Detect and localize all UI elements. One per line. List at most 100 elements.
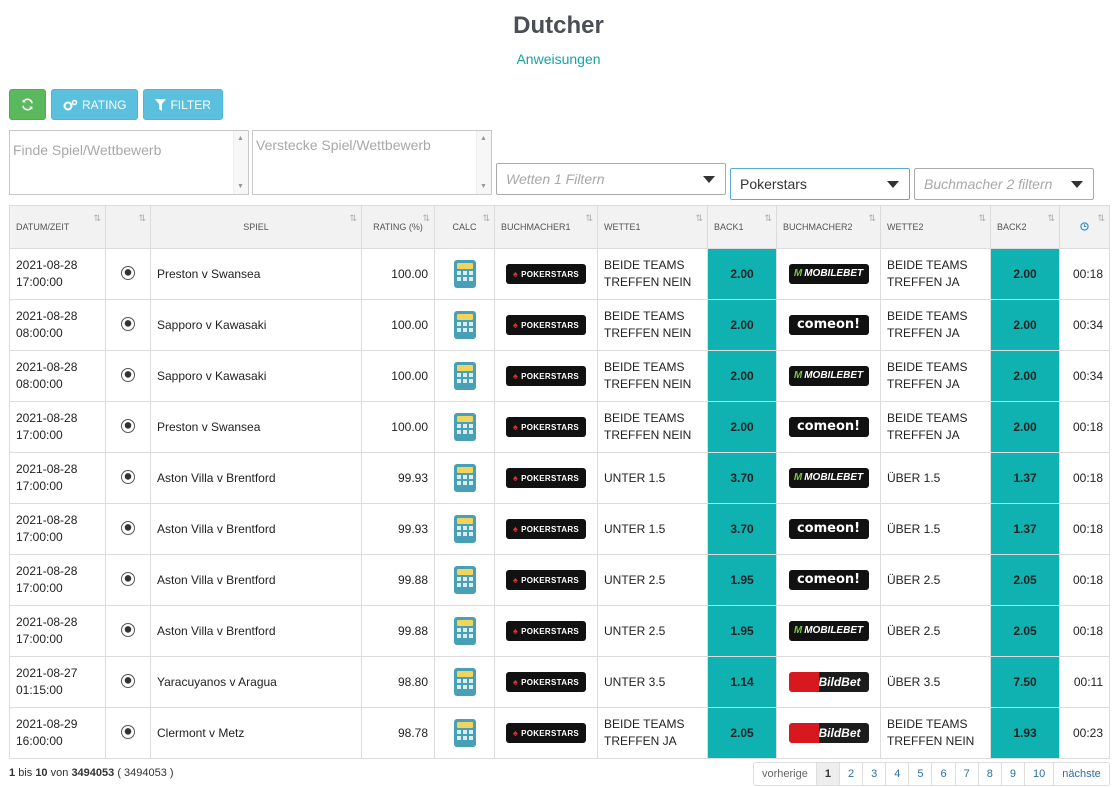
- calculator-icon[interactable]: [453, 413, 476, 441]
- cell-back2[interactable]: 1.93: [990, 707, 1060, 759]
- bookmaker1-logo[interactable]: POKERSTARS: [506, 570, 586, 590]
- calculator-icon[interactable]: [453, 362, 476, 390]
- bookmaker1-logo[interactable]: POKERSTARS: [506, 315, 586, 335]
- bookmaker2-logo[interactable]: M MOBILEBET: [788, 468, 869, 488]
- bookmaker1-logo[interactable]: POKERSTARS: [506, 264, 586, 284]
- bookmaker1-logo[interactable]: POKERSTARS: [506, 621, 586, 641]
- cell-back1[interactable]: 2.00: [707, 248, 777, 300]
- col-header-age[interactable]: ⇅: [1059, 205, 1110, 249]
- bookmaker2-logo[interactable]: comeon!: [788, 519, 869, 539]
- find-game-textarea[interactable]: Finde Spiel/Wettbewerb ▲ ▼: [9, 130, 249, 195]
- col-header-rating[interactable]: RATING (%) ⇅: [361, 205, 435, 249]
- refresh-icon: [22, 98, 33, 111]
- bookmaker2-logo[interactable]: M MOBILEBET: [788, 621, 869, 641]
- col-header-bookmaker1[interactable]: BUCHMACHER1 ⇅: [494, 205, 598, 249]
- calculator-icon[interactable]: [453, 464, 476, 492]
- col-header-back2[interactable]: BACK2 ⇅: [990, 205, 1060, 249]
- cell-bookmaker2: M MOBILEBET: [776, 605, 881, 657]
- filter-button[interactable]: FILTER: [143, 89, 223, 120]
- cell-back2[interactable]: 1.37: [990, 503, 1060, 555]
- pagination-prev-button[interactable]: vorherige: [754, 763, 816, 785]
- cell-calc: [434, 605, 495, 657]
- cell-date: 2021-08-28: [16, 411, 78, 425]
- bookmaker2-logo[interactable]: BildBet: [788, 672, 869, 692]
- cell-calc: [434, 656, 495, 708]
- cell-back2[interactable]: 1.37: [990, 452, 1060, 504]
- cell-back1[interactable]: 1.14: [707, 656, 777, 708]
- pagination-page-2[interactable]: 2: [838, 763, 862, 785]
- cell-back1[interactable]: 2.05: [707, 707, 777, 759]
- pagination-page-3[interactable]: 3: [862, 763, 885, 785]
- cell-bet2: ÜBER 2.5: [880, 605, 991, 657]
- pagination-page-6[interactable]: 6: [931, 763, 954, 785]
- pagination-page-9[interactable]: 9: [1000, 763, 1024, 785]
- cell-back1[interactable]: 3.70: [707, 452, 777, 504]
- cell-back2[interactable]: 7.50: [990, 656, 1060, 708]
- hide-game-scrollbar[interactable]: ▲ ▼: [476, 131, 491, 194]
- bookmaker1-logo[interactable]: POKERSTARS: [506, 468, 586, 488]
- cell-rating: 99.93: [361, 452, 435, 504]
- col-header-bet2[interactable]: WETTE2 ⇅: [880, 205, 991, 249]
- col-header-bet1[interactable]: WETTE1 ⇅: [597, 205, 708, 249]
- bookmaker1-logo[interactable]: POKERSTARS: [506, 723, 586, 743]
- cell-back2[interactable]: 2.05: [990, 605, 1060, 657]
- col-header-calc[interactable]: CALC ⇅: [434, 205, 495, 249]
- pagination-page-7[interactable]: 7: [954, 763, 978, 785]
- soccer-ball-icon: [121, 265, 135, 280]
- bookmaker1-logo[interactable]: POKERSTARS: [506, 672, 586, 692]
- col-header-date[interactable]: DATUM/ZEIT ⇅: [9, 205, 106, 249]
- calculator-icon[interactable]: [453, 566, 476, 594]
- bet1-filter-select[interactable]: Wetten 1 Filtern: [496, 163, 726, 195]
- cell-back2[interactable]: 2.00: [990, 248, 1060, 300]
- calculator-icon[interactable]: [453, 311, 476, 339]
- cell-back1[interactable]: 2.00: [707, 299, 777, 351]
- pagination-page-1[interactable]: 1: [815, 763, 839, 785]
- calculator-icon[interactable]: [453, 668, 476, 696]
- bookmaker1-logo[interactable]: POKERSTARS: [506, 366, 586, 386]
- pagination-page-10[interactable]: 10: [1023, 763, 1053, 785]
- pagination: vorherige 1 2 3 4 5 6 7 8 9 10 nächste: [753, 762, 1110, 786]
- col-header-sport[interactable]: ⇅: [105, 205, 151, 249]
- cell-age: 00:18: [1059, 554, 1110, 606]
- pagination-page-4[interactable]: 4: [885, 763, 908, 785]
- cell-back1[interactable]: 3.70: [707, 503, 777, 555]
- col-header-back1[interactable]: BACK1 ⇅: [707, 205, 777, 249]
- refresh-button[interactable]: [9, 89, 46, 120]
- cell-back1[interactable]: 1.95: [707, 605, 777, 657]
- pagination-page-5[interactable]: 5: [908, 763, 931, 785]
- cell-bet2: ÜBER 2.5: [880, 554, 991, 606]
- cell-back2[interactable]: 2.05: [990, 554, 1060, 606]
- cell-game: Aston Villa v Brentford: [150, 605, 362, 657]
- bookmaker2-logo[interactable]: M MOBILEBET: [788, 264, 869, 284]
- hide-game-textarea[interactable]: Verstecke Spiel/Wettbewerb ▲ ▼: [252, 130, 492, 195]
- cell-back1[interactable]: 2.00: [707, 401, 777, 453]
- bookmaker1-filter-select[interactable]: Pokerstars: [730, 168, 910, 200]
- calculator-icon[interactable]: [453, 515, 476, 543]
- bookmaker1-logo[interactable]: POKERSTARS: [506, 417, 586, 437]
- chevron-down-icon: [703, 176, 715, 183]
- bookmaker2-filter-select[interactable]: Buchmacher 2 filtern: [914, 168, 1094, 200]
- calculator-icon[interactable]: [453, 719, 476, 747]
- bookmaker2-logo[interactable]: comeon!: [788, 315, 869, 335]
- cell-back2[interactable]: 2.00: [990, 401, 1060, 453]
- pagination-next-button[interactable]: nächste: [1053, 763, 1109, 785]
- bookmaker2-logo[interactable]: comeon!: [788, 417, 869, 437]
- cell-back1[interactable]: 1.95: [707, 554, 777, 606]
- find-game-scrollbar[interactable]: ▲ ▼: [233, 131, 248, 194]
- rating-button[interactable]: RATING: [51, 89, 139, 120]
- pagination-page-8[interactable]: 8: [977, 763, 1001, 785]
- instructions-link[interactable]: Anweisungen: [0, 51, 1117, 67]
- bookmaker2-logo[interactable]: BildBet: [788, 723, 869, 743]
- cell-game: Yaracuyanos v Aragua: [150, 656, 362, 708]
- bookmaker2-logo[interactable]: comeon!: [788, 570, 869, 590]
- calculator-icon[interactable]: [453, 617, 476, 645]
- cell-back2[interactable]: 2.00: [990, 350, 1060, 402]
- cell-back1[interactable]: 2.00: [707, 350, 777, 402]
- bookmaker1-logo[interactable]: POKERSTARS: [506, 519, 586, 539]
- cell-back2[interactable]: 2.00: [990, 299, 1060, 351]
- calculator-icon[interactable]: [453, 260, 476, 288]
- bookmaker2-logo[interactable]: M MOBILEBET: [788, 366, 869, 386]
- find-game-placeholder: Finde Spiel/Wettbewerb: [13, 142, 162, 158]
- col-header-bookmaker2[interactable]: BUCHMACHER2 ⇅: [776, 205, 881, 249]
- col-header-game[interactable]: SPIEL ⇅: [150, 205, 362, 249]
